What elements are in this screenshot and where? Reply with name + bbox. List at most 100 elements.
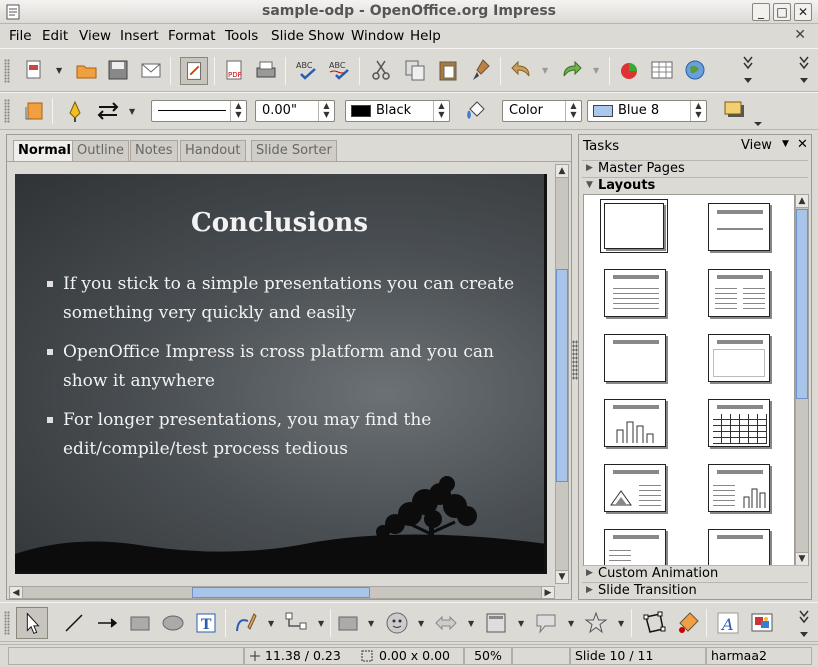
layout-text-chart[interactable] bbox=[708, 464, 770, 512]
menu-window[interactable]: Window bbox=[351, 28, 404, 44]
paste-icon[interactable] bbox=[436, 58, 460, 82]
line-width-field[interactable]: 0.00" ▲ ▼ bbox=[255, 100, 335, 122]
line-arrow-icon[interactable] bbox=[96, 611, 120, 635]
line-color-select[interactable]: Black ▲ ▼ bbox=[345, 100, 450, 122]
symbol-shapes-icon[interactable] bbox=[385, 611, 409, 635]
basic-shapes-dropdown-icon[interactable]: ▼ bbox=[368, 619, 374, 628]
shadow-icon[interactable] bbox=[722, 99, 746, 123]
layout-blank[interactable] bbox=[600, 199, 668, 253]
hscroll-thumb[interactable] bbox=[192, 587, 370, 598]
menu-view[interactable]: View bbox=[79, 28, 111, 44]
vertical-scrollbar[interactable]: ▲ ▼ bbox=[555, 164, 569, 584]
new-document-icon[interactable] bbox=[22, 58, 46, 82]
toolbar-overflow-icon-2[interactable] bbox=[796, 53, 812, 89]
menu-slide-show[interactable]: Slide Show bbox=[271, 28, 345, 44]
scroll-thumb[interactable] bbox=[556, 269, 568, 482]
horizontal-scrollbar[interactable]: ◀ ▶ bbox=[9, 586, 555, 599]
area-style-select[interactable]: Color ▲ ▼ bbox=[502, 100, 582, 122]
redo-icon[interactable] bbox=[560, 58, 584, 82]
menu-edit[interactable]: Edit bbox=[42, 28, 68, 44]
spellcheck-icon[interactable]: ABC bbox=[295, 58, 319, 82]
stars-dropdown-icon[interactable]: ▼ bbox=[618, 619, 624, 628]
area-style-spinner[interactable]: ▲ ▼ bbox=[565, 101, 581, 121]
line-icon[interactable] bbox=[63, 99, 87, 123]
scroll-down-icon[interactable]: ▼ bbox=[795, 552, 809, 566]
block-arrows-dropdown-icon[interactable]: ▼ bbox=[468, 619, 474, 628]
scroll-right-icon[interactable]: ▶ bbox=[541, 586, 555, 599]
fontwork-icon[interactable]: A bbox=[716, 611, 740, 635]
menu-file[interactable]: File bbox=[9, 28, 32, 44]
toolbar-grip[interactable] bbox=[4, 59, 10, 83]
tab-slide-sorter[interactable]: Slide Sorter bbox=[251, 140, 337, 162]
ellipse-icon[interactable] bbox=[161, 611, 185, 635]
text-tool-icon[interactable]: T bbox=[194, 611, 218, 635]
clone-formatting-icon[interactable] bbox=[469, 58, 493, 82]
save-icon[interactable] bbox=[106, 58, 130, 82]
toolbar-grip[interactable] bbox=[4, 611, 10, 635]
copy-icon[interactable] bbox=[403, 58, 427, 82]
line-width-spinner[interactable]: ▲ ▼ bbox=[318, 101, 334, 121]
glue-points-icon[interactable] bbox=[676, 611, 700, 635]
symbol-shapes-dropdown-icon[interactable]: ▼ bbox=[418, 619, 424, 628]
stars-icon[interactable] bbox=[584, 611, 608, 635]
scroll-left-icon[interactable]: ◀ bbox=[9, 586, 23, 599]
layout-title-2-content[interactable] bbox=[708, 269, 770, 317]
toolbar-overflow-icon[interactable] bbox=[740, 53, 756, 89]
area-fill-icon[interactable] bbox=[464, 99, 488, 123]
layout-title-table[interactable] bbox=[708, 399, 770, 447]
arrow-style-dropdown-icon[interactable]: ▼ bbox=[129, 107, 135, 116]
slide-title[interactable]: Conclusions bbox=[15, 208, 544, 238]
scroll-down-icon[interactable]: ▼ bbox=[555, 570, 569, 584]
connector-dropdown-icon[interactable]: ▼ bbox=[318, 619, 324, 628]
view-dropdown-icon[interactable]: ▼ bbox=[782, 139, 789, 149]
cut-icon[interactable] bbox=[369, 58, 393, 82]
layout-clipart-text[interactable] bbox=[604, 464, 666, 512]
block-arrows-icon[interactable] bbox=[434, 611, 458, 635]
bullet-item[interactable]: If you stick to a simple presentations y… bbox=[47, 270, 517, 328]
scroll-thumb[interactable] bbox=[796, 209, 808, 399]
section-master-pages[interactable]: ▶ Master Pages bbox=[582, 160, 808, 177]
email-icon[interactable] bbox=[139, 58, 163, 82]
layout-title-only[interactable] bbox=[604, 334, 666, 382]
close-pane-icon[interactable]: ✕ bbox=[797, 137, 808, 152]
tab-outline[interactable]: Outline bbox=[72, 140, 130, 162]
select-pointer-icon[interactable] bbox=[16, 607, 48, 639]
scroll-up-icon[interactable]: ▲ bbox=[555, 164, 569, 178]
menu-help[interactable]: Help bbox=[410, 28, 441, 44]
navigator-icon[interactable] bbox=[683, 58, 707, 82]
menu-format[interactable]: Format bbox=[168, 28, 216, 44]
menu-tools[interactable]: Tools bbox=[225, 28, 258, 44]
pane-splitter[interactable] bbox=[572, 340, 578, 380]
layout-centered-text[interactable] bbox=[708, 334, 770, 382]
maximize-button[interactable]: □ bbox=[773, 3, 791, 21]
tasks-view-menu[interactable]: View bbox=[741, 138, 772, 153]
tab-normal[interactable]: Normal bbox=[13, 140, 76, 162]
line-style-select[interactable]: ▲ ▼ bbox=[151, 100, 247, 122]
points-icon[interactable] bbox=[642, 611, 666, 635]
arrow-style-icon[interactable] bbox=[96, 99, 120, 123]
section-slide-transition[interactable]: ▶ Slide Transition bbox=[582, 582, 808, 599]
basic-shapes-icon[interactable] bbox=[336, 611, 360, 635]
print-icon[interactable] bbox=[254, 58, 278, 82]
slide-canvas[interactable]: Conclusions If you stick to a simple pre… bbox=[15, 174, 547, 574]
layouts-scrollbar[interactable]: ▲ ▼ bbox=[795, 194, 809, 566]
export-pdf-icon[interactable]: PDF bbox=[222, 58, 246, 82]
line-color-spinner[interactable]: ▲ ▼ bbox=[433, 101, 449, 121]
minimize-button[interactable]: _ bbox=[752, 3, 770, 21]
toolbar-grip[interactable] bbox=[4, 99, 10, 123]
chart-icon[interactable] bbox=[617, 58, 641, 82]
tab-handout[interactable]: Handout bbox=[180, 140, 246, 162]
flowcharts-icon[interactable] bbox=[484, 611, 508, 635]
edit-file-icon[interactable] bbox=[180, 57, 208, 85]
insert-image-icon[interactable] bbox=[750, 611, 774, 635]
line-style-spinner[interactable]: ▲ ▼ bbox=[230, 101, 246, 121]
flowcharts-dropdown-icon[interactable]: ▼ bbox=[518, 619, 524, 628]
scroll-up-icon[interactable]: ▲ bbox=[795, 194, 809, 208]
layout-title-slide[interactable] bbox=[708, 203, 770, 251]
section-custom-animation[interactable]: ▶ Custom Animation bbox=[582, 565, 808, 582]
callouts-icon[interactable] bbox=[534, 611, 558, 635]
callouts-dropdown-icon[interactable]: ▼ bbox=[568, 619, 574, 628]
styles-formatting-icon[interactable] bbox=[22, 99, 46, 123]
area-color-spinner[interactable]: ▲ ▼ bbox=[690, 101, 706, 121]
status-zoom[interactable]: 50% bbox=[464, 647, 512, 665]
